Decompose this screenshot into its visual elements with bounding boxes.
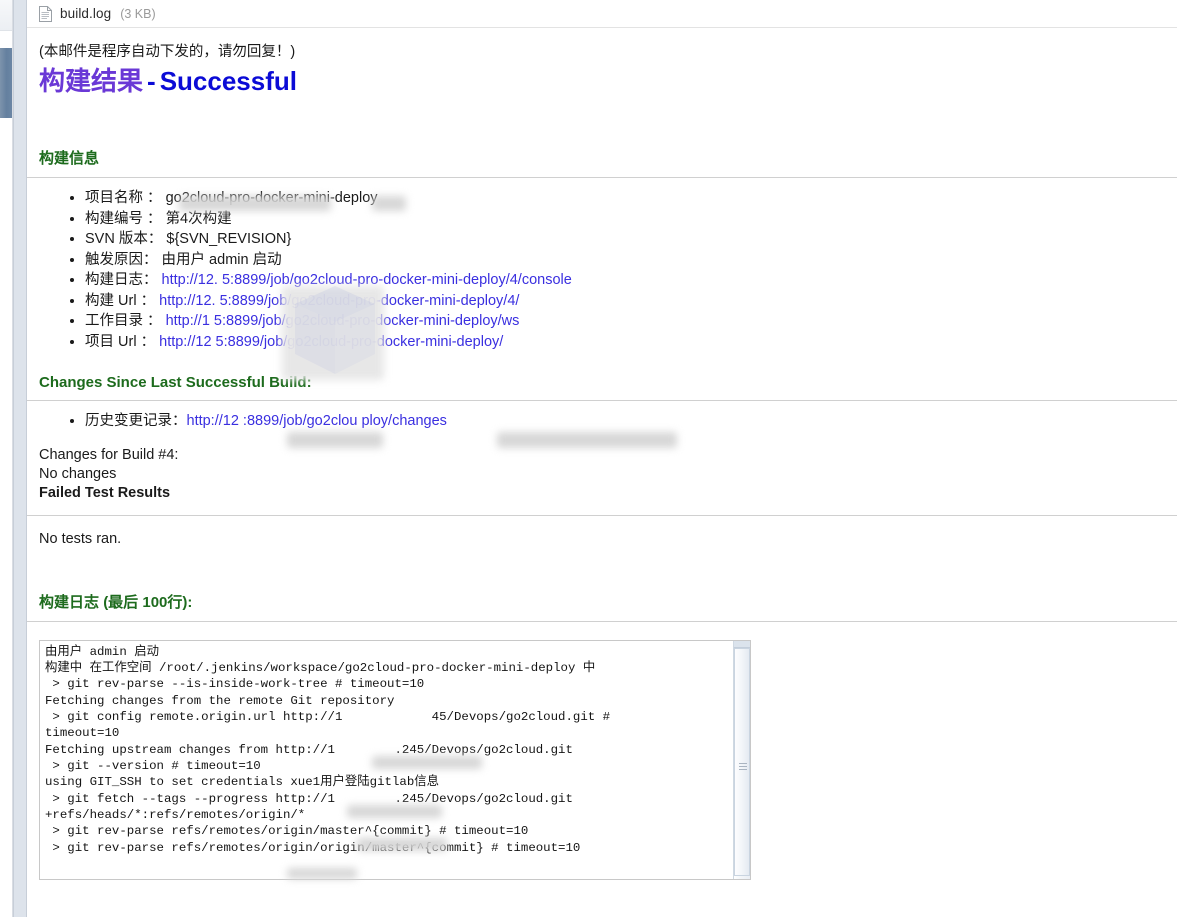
- scrollbar-track-segment: [0, 0, 12, 31]
- scrollbar-track-outer[interactable]: [0, 0, 13, 917]
- info-value: 由用户 admin 启动: [161, 251, 282, 268]
- info-label: 项目 Url ：: [85, 333, 156, 350]
- info-label: 触发原因：: [85, 251, 158, 268]
- build-url-link[interactable]: http://12. 5:8899/job/go2cloud-pro-docke…: [159, 293, 519, 309]
- list-item: 构建 Url ： http://12. 5:8899/job/go2cloud-…: [85, 291, 1177, 312]
- info-label: SVN 版本：: [85, 231, 163, 247]
- divider: [27, 620, 1177, 622]
- build-info-heading: 构建信息: [39, 150, 100, 167]
- mail-title-dash: -: [147, 66, 156, 96]
- console-log-heading-cn: 构建日志: [39, 593, 100, 611]
- info-value: ${SVN_REVISION}: [166, 231, 292, 247]
- info-label: 历史变更记录：: [85, 413, 187, 429]
- build-info-list: 项目名称 ： go2cloud-pro-docker-mini-deploy 构…: [39, 188, 1177, 352]
- info-label: 项目名称 ：: [85, 190, 162, 206]
- console-log-box[interactable]: 由用户 admin 启动 构建中 在工作空间 /root/.jenkins/wo…: [39, 639, 751, 880]
- info-label: 工作目录 ：: [85, 313, 162, 329]
- changes-heading: Changes Since Last Successful Build:: [39, 374, 312, 391]
- list-item: 构建日志： http://12. 5:8899/job/go2cloud-pro…: [85, 270, 1177, 291]
- info-label: 构建 Url ：: [85, 292, 156, 309]
- info-value: 第4次构建: [165, 210, 232, 227]
- console-scrollbar-track[interactable]: [734, 640, 750, 648]
- no-tests-text: No tests ran.: [39, 530, 122, 547]
- attachment-filename[interactable]: build.log: [60, 6, 111, 21]
- list-item: SVN 版本： ${SVN_REVISION}: [85, 229, 1177, 250]
- mail-title-cn: 构建结果: [39, 66, 144, 96]
- scrollbar-thumb[interactable]: [0, 48, 12, 118]
- document-icon: [39, 5, 52, 22]
- auto-reply-note: (本邮件是程序自动下发的，请勿回复！): [39, 44, 296, 60]
- console-scrollbar[interactable]: [733, 640, 750, 879]
- console-log-link[interactable]: http://12. 5:8899/job/go2cloud-pro-docke…: [162, 272, 572, 288]
- list-item: 项目名称 ： go2cloud-pro-docker-mini-deploy: [85, 188, 1177, 209]
- attachment-bar[interactable]: build.log (3 KB): [27, 0, 1177, 28]
- console-scrollbar-thumb[interactable]: [734, 647, 750, 876]
- attachment-size: (3 KB): [120, 6, 156, 21]
- list-item: 历史变更记录：http://12 :8899/job/go2clou ploy/…: [85, 411, 1177, 432]
- mail-title: 构建结果 - Successful: [39, 64, 1177, 103]
- console-log-heading: 构建日志 (最后 100行):: [39, 591, 1177, 612]
- no-changes-text: No changes: [39, 465, 117, 482]
- changes-build-line: Changes for Build #4:: [39, 446, 179, 463]
- info-value: go2cloud-pro-docker-mini-deploy: [165, 190, 378, 206]
- list-item: 构建编号 ： 第4次构建: [85, 209, 1177, 230]
- changes-list: 历史变更记录：http://12 :8899/job/go2clou ploy/…: [39, 411, 1177, 432]
- failed-tests-heading: Failed Test Results: [39, 484, 171, 501]
- info-label: 构建编号 ：: [85, 210, 162, 227]
- info-label: 构建日志：: [85, 272, 158, 288]
- scrollbar-track-inner[interactable]: [13, 0, 27, 917]
- divider: [27, 400, 1177, 401]
- list-item: 触发原因： 由用户 admin 启动: [85, 250, 1177, 271]
- console-log-text: 由用户 admin 启动 构建中 在工作空间 /root/.jenkins/wo…: [45, 644, 611, 855]
- mail-content-pane: build.log (3 KB) (本邮件是程序自动下发的，请勿回复！) 构建结…: [27, 0, 1177, 917]
- scrollbar-grip-icon: [739, 762, 747, 770]
- build-status-text: Successful: [159, 66, 297, 96]
- mail-body: (本邮件是程序自动下发的，请勿回复！) 构建结果 - Successful 构建信息…: [27, 42, 1177, 880]
- workspace-url-link[interactable]: http://1 5:8899/job/go2cloud-pro-docker-…: [166, 313, 520, 329]
- changes-url-link[interactable]: http://12 :8899/job/go2clou ploy/changes: [187, 413, 447, 429]
- project-url-link[interactable]: http://12 5:8899/job/go2cloud-pro-docker…: [159, 334, 503, 350]
- console-log-heading-suffix: (最后 100行):: [103, 593, 193, 611]
- list-item: 工作目录 ： http://1 5:8899/job/go2cloud-pro-…: [85, 311, 1177, 332]
- list-item: 项目 Url ： http://12 5:8899/job/go2cloud-p…: [85, 332, 1177, 353]
- divider: [27, 177, 1177, 178]
